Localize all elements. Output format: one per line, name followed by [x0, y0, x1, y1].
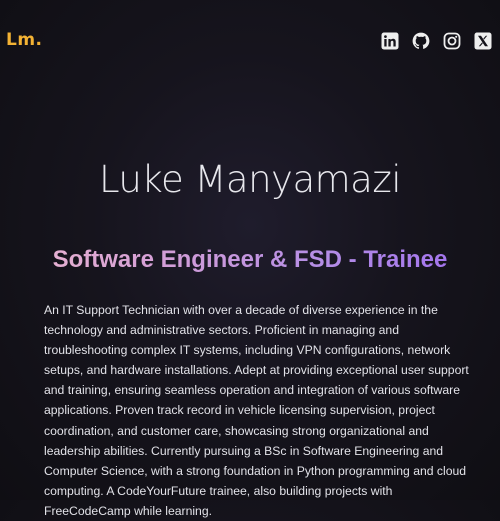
instagram-link[interactable]: [443, 32, 461, 50]
instagram-icon: [443, 32, 461, 50]
hero-role: Software Engineer & FSD - Trainee: [0, 246, 500, 274]
hero-bio: An IT Support Technician with over a dec…: [44, 303, 469, 518]
social-links: [381, 32, 492, 50]
x-icon: [474, 32, 492, 50]
linkedin-icon: [381, 32, 399, 50]
github-link[interactable]: [412, 32, 430, 50]
hero-name: Luke Manyamazi: [98, 158, 402, 201]
logo[interactable]: Lm.: [6, 30, 43, 50]
linkedin-link[interactable]: [381, 32, 399, 50]
top-nav: Lm.: [0, 0, 500, 80]
x-link[interactable]: [474, 32, 492, 50]
github-icon: [412, 32, 430, 49]
